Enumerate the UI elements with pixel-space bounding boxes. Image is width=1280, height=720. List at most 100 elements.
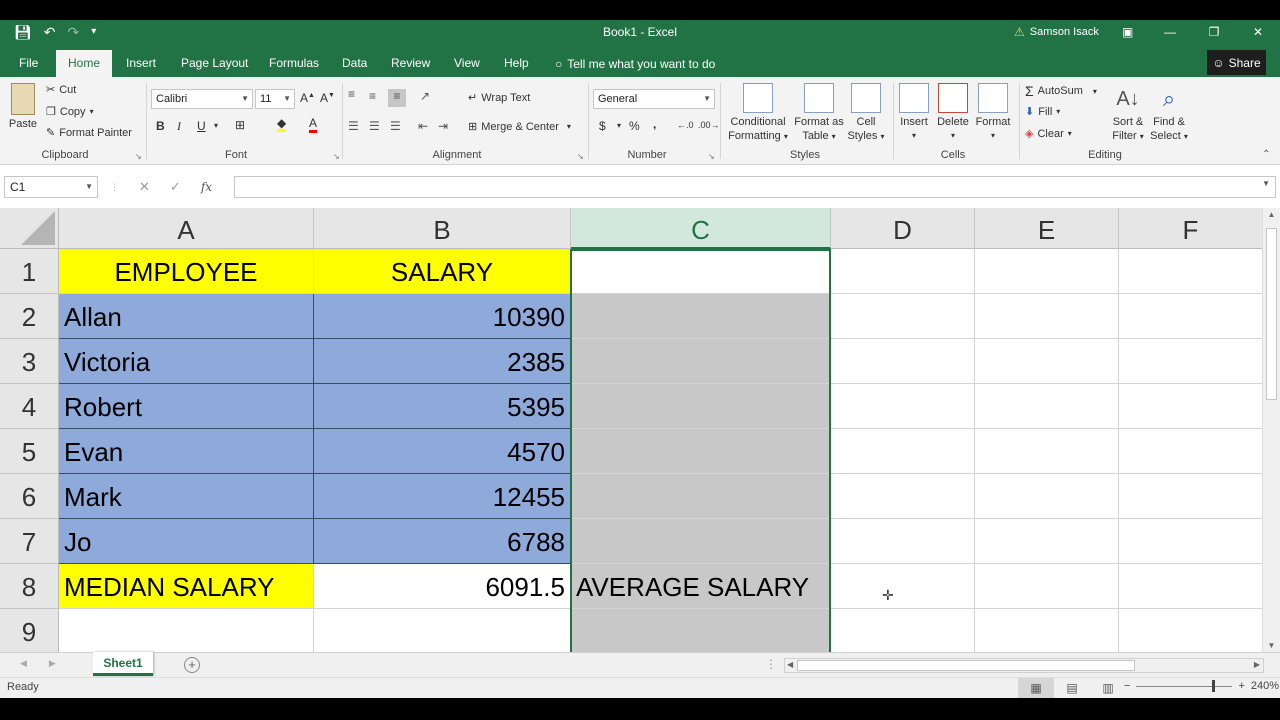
increase-decimal-icon[interactable]: ←.0 bbox=[677, 120, 694, 130]
tab-home[interactable]: Home bbox=[56, 50, 113, 77]
zoom-in-icon[interactable]: + bbox=[1238, 680, 1244, 692]
decrease-decimal-icon[interactable]: .00→ bbox=[698, 120, 720, 130]
cell-a2[interactable]: Allan bbox=[59, 294, 314, 339]
sheet-tab-sheet1[interactable]: Sheet1 bbox=[93, 652, 153, 676]
comma-button[interactable]: , bbox=[653, 117, 656, 131]
enter-icon[interactable]: ✓ bbox=[170, 179, 181, 195]
vertical-scrollbar[interactable]: ▲ ▼ bbox=[1262, 208, 1280, 652]
cell-styles-button[interactable]: Cell Styles ▾ bbox=[846, 83, 886, 144]
previous-sheet-icon[interactable]: ◀ bbox=[20, 658, 27, 669]
align-middle-icon[interactable]: ≡ bbox=[369, 89, 376, 103]
cell-e2[interactable] bbox=[975, 294, 1119, 339]
font-name-select[interactable]: Calibri ▼ bbox=[151, 89, 253, 109]
font-launcher-icon[interactable]: ↘ bbox=[333, 152, 340, 161]
format-as-table-button[interactable]: Format as Table ▾ bbox=[791, 83, 847, 144]
scroll-up-icon[interactable]: ▲ bbox=[1263, 210, 1280, 219]
column-header-d[interactable]: D bbox=[831, 208, 975, 249]
cell-b1[interactable]: SALARY bbox=[314, 249, 571, 294]
bold-button[interactable]: B bbox=[156, 119, 165, 133]
zoom-slider-knob[interactable] bbox=[1212, 679, 1216, 692]
cell-e5[interactable] bbox=[975, 429, 1119, 474]
column-header-c[interactable]: C bbox=[571, 208, 831, 249]
cell-f7[interactable] bbox=[1119, 519, 1262, 564]
vertical-scroll-thumb[interactable] bbox=[1266, 228, 1277, 400]
fill-button[interactable]: ⬇ Fill ▾ bbox=[1025, 105, 1060, 119]
minimize-icon[interactable]: — bbox=[1148, 20, 1192, 44]
normal-view-icon[interactable]: ▦ bbox=[1018, 678, 1054, 698]
expand-formula-icon[interactable]: ▼ bbox=[1262, 179, 1270, 188]
cell-f8[interactable] bbox=[1119, 564, 1262, 609]
wrap-text-button[interactable]: ↵ Wrap Text bbox=[468, 91, 530, 105]
increase-indent-icon[interactable]: ⇥ bbox=[438, 119, 448, 133]
cell-a6[interactable]: Mark bbox=[59, 474, 314, 519]
zoom-slider[interactable] bbox=[1136, 679, 1233, 692]
cell-c6[interactable] bbox=[571, 474, 831, 519]
font-size-select[interactable]: 11 ▼ bbox=[255, 89, 295, 109]
font-color-icon[interactable]: A bbox=[309, 117, 318, 133]
delete-cells-button[interactable]: Delete ▾ bbox=[934, 83, 972, 143]
underline-button[interactable]: U bbox=[197, 119, 206, 133]
clipboard-launcher-icon[interactable]: ↘ bbox=[135, 152, 142, 161]
orientation-icon[interactable]: ↗ bbox=[420, 89, 430, 103]
cell-b5[interactable]: 4570 bbox=[314, 429, 571, 474]
horizontal-scrollbar[interactable]: ◀ ▶ bbox=[784, 658, 1264, 673]
align-right-icon[interactable]: ☰ bbox=[390, 119, 401, 133]
cell-e6[interactable] bbox=[975, 474, 1119, 519]
cell-f3[interactable] bbox=[1119, 339, 1262, 384]
cell-f5[interactable] bbox=[1119, 429, 1262, 474]
row-header-9[interactable]: 9 bbox=[0, 609, 59, 652]
cancel-icon[interactable]: ✕ bbox=[139, 179, 150, 195]
row-header-5[interactable]: 5 bbox=[0, 429, 59, 474]
cell-a4[interactable]: Robert bbox=[59, 384, 314, 429]
conditional-formatting-button[interactable]: Conditional Formatting ▾ bbox=[724, 83, 792, 144]
add-sheet-icon[interactable]: + bbox=[184, 657, 200, 673]
cell-a1[interactable]: EMPLOYEE bbox=[59, 249, 314, 294]
page-break-view-icon[interactable]: ▥ bbox=[1090, 678, 1126, 698]
alignment-launcher-icon[interactable]: ↘ bbox=[577, 152, 584, 161]
name-box[interactable]: C1 ▼ bbox=[4, 176, 98, 198]
row-header-2[interactable]: 2 bbox=[0, 294, 59, 339]
cell-a5[interactable]: Evan bbox=[59, 429, 314, 474]
scroll-left-icon[interactable]: ◀ bbox=[787, 660, 793, 669]
cell-b6[interactable]: 12455 bbox=[314, 474, 571, 519]
cell-d5[interactable] bbox=[831, 429, 975, 474]
cell-d9[interactable] bbox=[831, 609, 975, 652]
row-header-6[interactable]: 6 bbox=[0, 474, 59, 519]
chevron-down-icon[interactable]: ▾ bbox=[617, 121, 621, 130]
tell-me-box[interactable]: ○ Tell me what you want to do bbox=[543, 50, 727, 77]
cell-b9[interactable] bbox=[314, 609, 571, 652]
cell-b7[interactable]: 6788 bbox=[314, 519, 571, 564]
cell-c5[interactable] bbox=[571, 429, 831, 474]
cell-c9[interactable] bbox=[571, 609, 831, 652]
cell-c4[interactable] bbox=[571, 384, 831, 429]
chevron-down-icon[interactable]: ▾ bbox=[214, 121, 218, 130]
row-header-4[interactable]: 4 bbox=[0, 384, 59, 429]
currency-button[interactable]: $ bbox=[599, 119, 606, 133]
share-button[interactable]: ☺ Share bbox=[1207, 50, 1266, 75]
column-header-e[interactable]: E bbox=[975, 208, 1119, 249]
cell-f2[interactable] bbox=[1119, 294, 1262, 339]
cell-a3[interactable]: Victoria bbox=[59, 339, 314, 384]
fill-color-icon[interactable]: ◆ bbox=[277, 117, 287, 132]
format-painter-button[interactable]: ✎ Format Painter bbox=[46, 126, 132, 140]
cell-a7[interactable]: Jo bbox=[59, 519, 314, 564]
scroll-right-icon[interactable]: ▶ bbox=[1254, 660, 1260, 669]
cell-d7[interactable] bbox=[831, 519, 975, 564]
cell-e1[interactable] bbox=[975, 249, 1119, 294]
cell-b4[interactable]: 5395 bbox=[314, 384, 571, 429]
cell-d3[interactable] bbox=[831, 339, 975, 384]
tab-page-layout[interactable]: Page Layout bbox=[169, 50, 260, 77]
cell-d6[interactable] bbox=[831, 474, 975, 519]
number-launcher-icon[interactable]: ↘ bbox=[708, 152, 715, 161]
tab-formulas[interactable]: Formulas bbox=[257, 50, 331, 77]
merge-center-button[interactable]: ⊞ Merge & Center ▾ bbox=[468, 120, 571, 134]
copy-button[interactable]: ❐ Copy ▾ bbox=[46, 105, 94, 119]
align-bottom-icon[interactable]: ≡ bbox=[388, 89, 406, 107]
shrink-font-icon[interactable]: A▼ bbox=[320, 91, 335, 105]
row-header-1[interactable]: 1 bbox=[0, 249, 59, 294]
cell-e9[interactable] bbox=[975, 609, 1119, 652]
next-sheet-icon[interactable]: ▶ bbox=[49, 658, 56, 669]
row-header-8[interactable]: 8 bbox=[0, 564, 59, 609]
worksheet-grid[interactable]: A B C D E F 1 2 3 4 5 6 7 8 9 EMPLOYEE S… bbox=[0, 208, 1262, 652]
cell-c7[interactable] bbox=[571, 519, 831, 564]
